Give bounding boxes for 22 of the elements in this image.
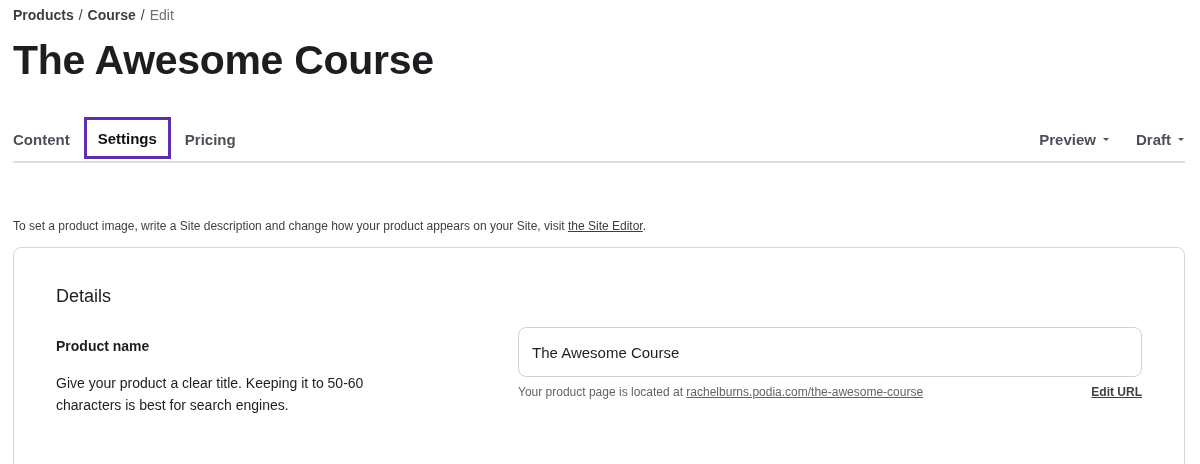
field-label: Product name xyxy=(56,338,151,354)
breadcrumb-current: Edit xyxy=(149,7,174,23)
tab[interactable]: Content xyxy=(13,117,70,163)
site-editor-note: To set a product image, write a Site description and change how your product appears on your Site, visit the Site Editor. xyxy=(13,219,648,235)
breadcrumb-link[interactable]: Course xyxy=(87,7,136,23)
url-location-text: Your product page is located at rachelburns.podia.com/the-awesome-course xyxy=(518,385,924,399)
dropdown-button[interactable]: Draft xyxy=(1136,130,1185,148)
dropdown-button[interactable]: Preview xyxy=(1039,130,1110,148)
field-help-text: Give your product a clear title. Keeping it to 50-60 characters is best for search engines. xyxy=(56,374,365,415)
site-editor-link[interactable]: the Site Editor xyxy=(568,219,643,233)
breadcrumb-separator: / xyxy=(78,7,83,23)
product-url-link[interactable]: rachelburns.podia.com/the-awesome-course xyxy=(686,385,924,399)
product-name-field[interactable]: The Awesome Course xyxy=(518,327,1142,377)
breadcrumb-link[interactable]: Products xyxy=(13,7,74,23)
tab[interactable]: Pricing xyxy=(184,117,236,163)
page-title: The Awesome Course xyxy=(13,36,435,85)
section-heading: Details xyxy=(56,286,113,307)
tab[interactable]: Settings xyxy=(83,117,171,159)
breadcrumb-separator: / xyxy=(140,7,145,23)
caret-icon xyxy=(1102,136,1110,142)
edit-url-link[interactable]: Edit URL xyxy=(1091,385,1142,399)
caret-icon xyxy=(1177,136,1185,142)
